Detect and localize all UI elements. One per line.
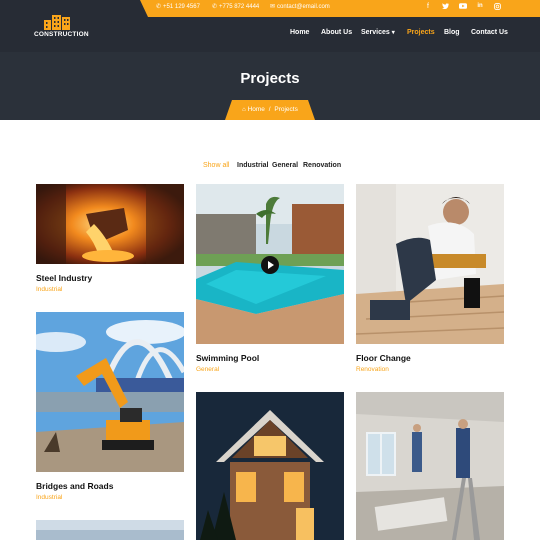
play-icon[interactable] bbox=[261, 256, 279, 274]
project-category[interactable]: General bbox=[196, 366, 219, 373]
instagram-icon[interactable] bbox=[492, 3, 502, 12]
project-image-wooden-house[interactable] bbox=[196, 392, 344, 540]
breadcrumb: ⌂ Home / Projects bbox=[232, 106, 308, 113]
nav-blog[interactable]: Blog bbox=[444, 29, 460, 36]
phone-icon: ✆ bbox=[212, 4, 218, 10]
project-title[interactable]: Steel Industry bbox=[36, 273, 92, 283]
phone-1[interactable]: ✆ +51 129 4567 bbox=[156, 3, 200, 11]
buildings-logo-icon bbox=[44, 15, 70, 30]
project-image-swimming-pool[interactable] bbox=[196, 184, 344, 344]
breadcrumb-separator: / bbox=[268, 106, 271, 113]
filter-renovation[interactable]: Renovation bbox=[303, 162, 341, 169]
site-logo[interactable]: CONSTRUCTION bbox=[34, 11, 89, 41]
twitter-icon[interactable] bbox=[440, 3, 450, 11]
youtube-icon[interactable] bbox=[458, 3, 468, 11]
linkedin-icon[interactable]: in bbox=[475, 3, 485, 9]
project-image-partial[interactable] bbox=[36, 520, 184, 540]
project-category[interactable]: Renovation bbox=[356, 366, 389, 373]
breadcrumb-current: Projects bbox=[274, 106, 298, 113]
filter-industrial[interactable]: Industrial bbox=[237, 162, 269, 169]
facebook-icon[interactable]: f bbox=[423, 3, 433, 10]
phone-icon: ✆ bbox=[156, 4, 162, 10]
envelope-icon: ✉ bbox=[270, 4, 276, 10]
nav-services[interactable]: Services ▾ bbox=[361, 29, 395, 36]
project-image-interior-renovation[interactable] bbox=[356, 392, 504, 540]
breadcrumb-home[interactable]: Home bbox=[248, 106, 265, 113]
logo-text: CONSTRUCTION bbox=[34, 31, 89, 38]
filter-general[interactable]: General bbox=[272, 162, 298, 169]
email-link[interactable]: ✉ contact@email.com bbox=[270, 3, 330, 11]
project-image-bridges-and-roads[interactable] bbox=[36, 312, 184, 472]
filter-show-all[interactable]: Show all bbox=[203, 162, 229, 169]
nav-projects[interactable]: Projects bbox=[407, 29, 435, 36]
project-image-floor-change[interactable] bbox=[356, 184, 504, 344]
project-title[interactable]: Bridges and Roads bbox=[36, 481, 113, 491]
home-icon: ⌂ bbox=[242, 107, 246, 113]
project-title[interactable]: Swimming Pool bbox=[196, 353, 259, 363]
chevron-down-icon: ▾ bbox=[391, 30, 395, 36]
project-category[interactable]: Industrial bbox=[36, 494, 62, 501]
project-category[interactable]: Industrial bbox=[36, 286, 62, 293]
page-title: Projects bbox=[240, 70, 300, 87]
nav-contact-us[interactable]: Contact Us bbox=[471, 29, 508, 36]
project-title[interactable]: Floor Change bbox=[356, 353, 411, 363]
project-image-steel-industry[interactable] bbox=[36, 184, 184, 264]
nav-home[interactable]: Home bbox=[290, 29, 309, 36]
phone-2[interactable]: ✆ +775 872 4444 bbox=[212, 3, 259, 11]
nav-about-us[interactable]: About Us bbox=[321, 29, 352, 36]
